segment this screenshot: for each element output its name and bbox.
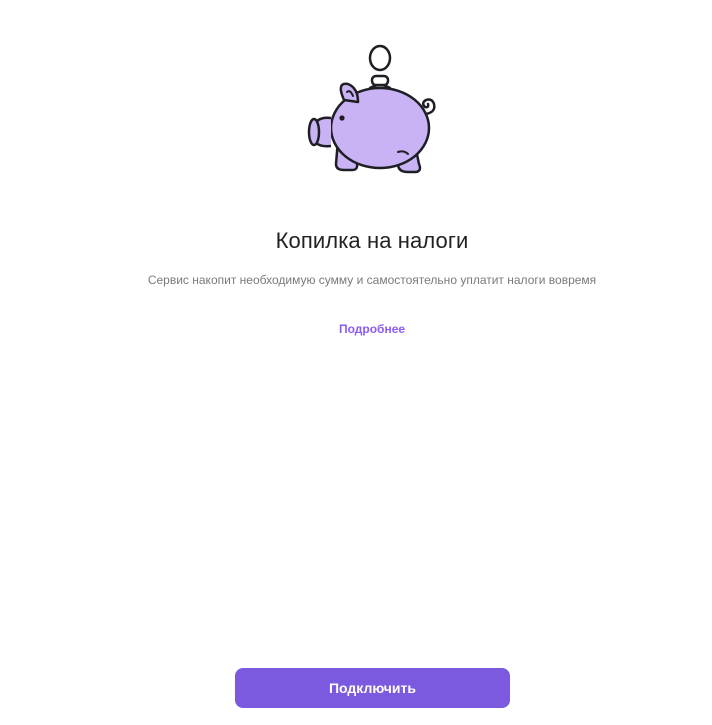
page-description: Сервис накопит необходимую сумму и самос…: [147, 273, 597, 287]
piggy-bank-icon: [307, 44, 436, 174]
tax-piggy-bank-screen: Копилка на налоги Сервис накопит необход…: [0, 0, 712, 725]
connect-button[interactable]: Подключить: [235, 668, 510, 708]
page-title: Копилка на налоги: [275, 228, 469, 253]
more-info-link[interactable]: Подробнее: [0, 320, 712, 338]
